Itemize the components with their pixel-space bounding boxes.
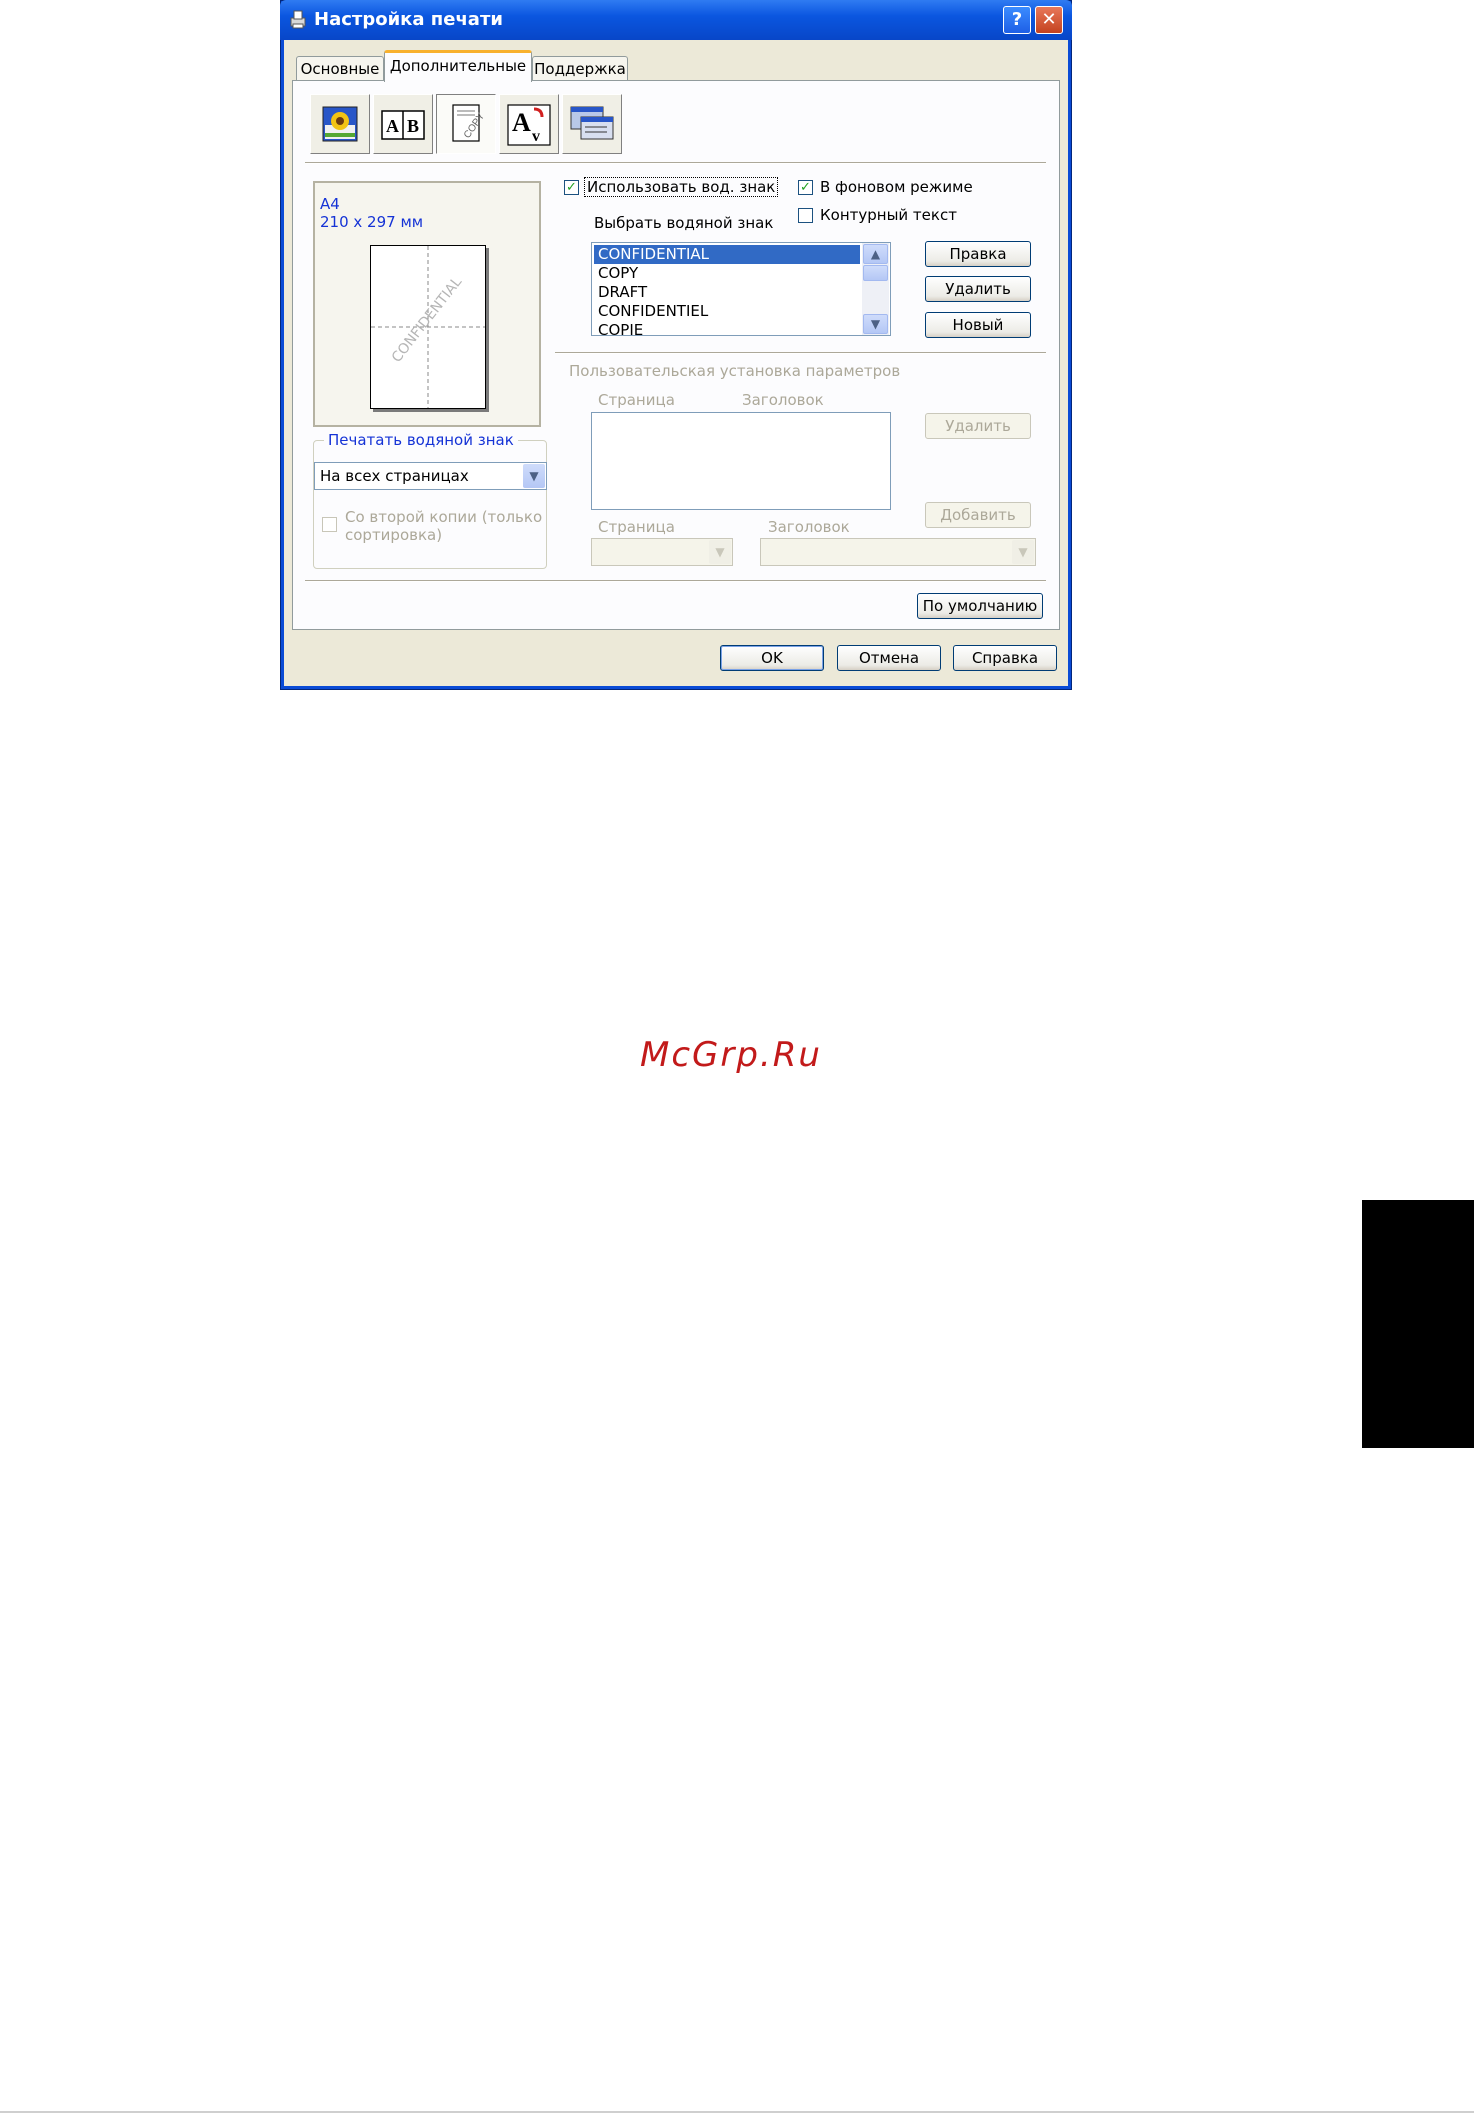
device-options-button[interactable] — [562, 94, 622, 154]
default-button[interactable]: По умолчанию — [917, 593, 1043, 619]
help-icon[interactable]: ? — [1003, 6, 1031, 34]
chevron-down-icon[interactable]: ▼ — [1012, 540, 1034, 564]
duplex-button[interactable]: A B — [373, 94, 433, 154]
bottom-rule — [0, 2111, 1474, 2113]
tab-basic[interactable]: Основные — [296, 56, 384, 82]
watermark-button[interactable]: COPY — [436, 94, 496, 154]
list-item[interactable]: COPY — [594, 264, 860, 283]
duplex-ab-icon: A B — [381, 110, 425, 140]
print-quality-button[interactable] — [310, 94, 370, 154]
scroll-up-icon[interactable]: ▲ — [863, 244, 888, 264]
custom-col-page: Страница — [598, 391, 675, 409]
custom-page-label: Страница — [598, 518, 675, 536]
list-item[interactable]: COPIE — [594, 321, 860, 335]
use-watermark-label[interactable]: Использовать вод. знак — [583, 177, 779, 197]
list-item[interactable]: CONFIDENTIEL — [594, 302, 860, 321]
second-copy-checkbox[interactable] — [322, 517, 337, 532]
watermark-listbox[interactable]: CONFIDENTIAL COPY DRAFT CONFIDENTIEL COP… — [591, 242, 891, 336]
svg-text:A: A — [512, 108, 531, 137]
cancel-button[interactable]: Отмена — [837, 645, 941, 671]
paper-size: 210 x 297 мм — [320, 213, 424, 231]
paper-name: A4 — [320, 195, 340, 213]
section-separator — [555, 352, 1046, 354]
custom-settings-title: Пользовательская установка параметров — [569, 362, 901, 380]
background-mode-checkbox[interactable]: ✓ — [798, 180, 813, 195]
custom-title-label: Заголовок — [768, 518, 850, 536]
chevron-down-icon[interactable]: ▼ — [709, 540, 731, 564]
print-quality-icon — [322, 106, 358, 142]
print-watermark-group-title: Печатать водяной знак — [324, 431, 518, 449]
print-watermark-group — [313, 440, 547, 569]
ok-button[interactable]: OK — [720, 645, 824, 671]
delete-button[interactable]: Удалить — [925, 276, 1031, 302]
background-mode-label[interactable]: В фоновом режиме — [820, 178, 973, 196]
brand-watermark: McGrp.Ru — [640, 1035, 822, 1075]
tab-support[interactable]: Поддержка — [532, 56, 628, 82]
custom-col-title: Заголовок — [742, 391, 824, 409]
outline-text-checkbox[interactable] — [798, 208, 813, 223]
text-scaling-button[interactable]: A v — [499, 94, 559, 154]
custom-add-button[interactable]: Добавить — [925, 502, 1031, 528]
scroll-thumb[interactable] — [863, 265, 888, 281]
print-watermark-pages-select[interactable]: На всех страницах ▼ — [314, 462, 547, 490]
printer-icon — [288, 8, 308, 30]
svg-text:A: A — [386, 116, 399, 136]
print-watermark-pages-value: На всех страницах — [320, 467, 469, 485]
list-item[interactable]: CONFIDENTIAL — [594, 245, 860, 264]
watermark-copy-icon: COPY — [452, 104, 487, 142]
side-tab-marker — [1362, 1200, 1474, 1448]
second-copy-label-line2: сортировка) — [345, 526, 443, 544]
select-watermark-label: Выбрать водяной знак — [594, 214, 774, 232]
text-scaling-icon: A v — [507, 104, 551, 146]
custom-page-select[interactable]: ▼ — [591, 538, 733, 566]
device-options-icon — [570, 106, 614, 140]
edit-button[interactable]: Правка — [925, 241, 1031, 267]
help-button[interactable]: Справка — [953, 645, 1057, 671]
scroll-down-icon[interactable]: ▼ — [863, 314, 888, 334]
bottom-separator — [305, 580, 1046, 582]
watermark-list-scrollbar[interactable]: ▲ ▼ — [862, 243, 889, 335]
custom-delete-button[interactable]: Удалить — [925, 413, 1031, 439]
window-title: Настройка печати — [314, 9, 503, 30]
toolbar-separator — [305, 162, 1046, 164]
close-icon[interactable]: ✕ — [1035, 6, 1063, 34]
chevron-down-icon[interactable]: ▼ — [523, 464, 545, 488]
second-copy-label-line1: Со второй копии (только — [345, 508, 543, 526]
svg-text:B: B — [407, 116, 419, 136]
list-item[interactable]: DRAFT — [594, 283, 860, 302]
custom-title-select[interactable]: ▼ — [760, 538, 1036, 566]
outline-text-label[interactable]: Контурный текст — [820, 206, 957, 224]
new-button[interactable]: Новый — [925, 312, 1031, 338]
custom-settings-list[interactable] — [591, 412, 891, 510]
svg-text:v: v — [532, 128, 540, 145]
use-watermark-checkbox[interactable]: ✓ — [564, 180, 579, 195]
tab-advanced[interactable]: Дополнительные — [384, 50, 532, 82]
